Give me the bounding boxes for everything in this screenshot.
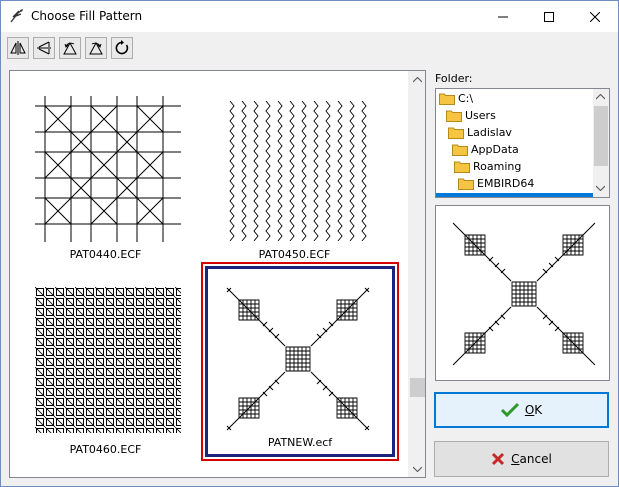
- tree-item-roaming[interactable]: Roaming: [454, 158, 521, 175]
- tree-item-label: Roaming: [473, 160, 522, 173]
- pattern-pat0450-preview: [229, 101, 367, 241]
- pattern-patnew-preview: [226, 287, 370, 431]
- window-title: Choose Fill Pattern: [31, 9, 143, 23]
- rotate-left-button[interactable]: [59, 37, 81, 59]
- ok-button-label: OK: [524, 403, 543, 417]
- close-icon: [590, 11, 600, 22]
- scroll-thumb[interactable]: [410, 378, 425, 397]
- preview-pattern-graphic: [452, 222, 596, 366]
- gallery-scrollbar[interactable]: [408, 71, 425, 477]
- rotate-left-icon: [63, 41, 77, 55]
- pattern-item-pat0460[interactable]: PAT0460.ECF: [18, 267, 193, 456]
- tree-item-label: AppData: [471, 143, 519, 156]
- tree-item-c-drive[interactable]: C:\: [439, 90, 473, 107]
- rotate-right-button[interactable]: [85, 37, 107, 59]
- tree-scrollbar[interactable]: [593, 89, 609, 197]
- chevron-down-icon: [596, 185, 605, 191]
- pattern-label: PATNEW.ecf: [267, 436, 333, 449]
- tree-item-label: Users: [465, 109, 496, 122]
- pattern-label: PAT0450.ECF: [258, 248, 331, 261]
- chevron-down-icon: [413, 466, 422, 472]
- pattern-item-pat0440[interactable]: PAT0440.ECF: [18, 79, 193, 262]
- choose-fill-pattern-dialog: Choose Fill Pattern PAT0440.ECF PAT0450.…: [0, 0, 619, 487]
- maximize-icon: [544, 11, 554, 22]
- minimize-icon: [498, 16, 508, 17]
- cancel-button-label: Cancel: [511, 452, 552, 466]
- pattern-gallery: PAT0440.ECF PAT0450.ECF PAT0460.ECF PATN…: [9, 70, 426, 478]
- pattern-item-patnew[interactable]: PATNEW.ecf: [201, 262, 399, 461]
- cancel-x-icon: [492, 452, 505, 466]
- tree-item-label: C:\: [458, 92, 474, 105]
- mirror-vertical-button[interactable]: [33, 37, 55, 59]
- pattern-pat0460-preview: [35, 287, 181, 433]
- tree-item-ladislav[interactable]: Ladislav: [448, 124, 512, 141]
- folder-open-icon: [439, 93, 455, 105]
- scroll-down-button[interactable]: [409, 460, 426, 477]
- mirror-vertical-icon: [37, 41, 51, 55]
- folder-open-icon: [458, 178, 474, 190]
- pattern-preview: [435, 205, 610, 381]
- rotate-right-icon: [89, 41, 103, 55]
- chevron-up-icon: [596, 94, 605, 100]
- tree-item-label: Ladislav: [467, 126, 512, 139]
- folder-open-icon: [448, 127, 464, 139]
- folder-open-icon: [446, 110, 462, 122]
- tree-scroll-thumb[interactable]: [594, 106, 608, 166]
- tree-item-users[interactable]: Users: [446, 107, 496, 124]
- mirror-horizontal-icon: [10, 41, 26, 55]
- pattern-pat0440-preview: [35, 96, 181, 242]
- ok-button[interactable]: OK: [434, 392, 609, 428]
- chevron-up-icon: [413, 76, 422, 82]
- tree-selection-highlight: [436, 193, 593, 197]
- mirror-horizontal-button[interactable]: [7, 37, 29, 59]
- rotate-button[interactable]: [111, 37, 133, 59]
- toolbar: [1, 32, 618, 64]
- folder-open-icon: [452, 144, 468, 156]
- pattern-item-pat0450[interactable]: PAT0450.ECF: [207, 79, 382, 262]
- rotate-icon: [115, 40, 129, 55]
- folder-open-icon: [454, 161, 470, 173]
- scroll-up-button[interactable]: [409, 71, 426, 88]
- cancel-button[interactable]: Cancel: [434, 441, 609, 477]
- folder-tree[interactable]: C:\ Users Ladislav AppData Roaming EMBIR…: [435, 88, 610, 198]
- title-bar: Choose Fill Pattern: [1, 1, 618, 32]
- pattern-label: PAT0440.ECF: [69, 248, 142, 261]
- maximize-button[interactable]: [526, 1, 572, 32]
- tree-item-embird64[interactable]: EMBIRD64: [458, 175, 534, 192]
- tree-item-label: EMBIRD64: [477, 177, 535, 190]
- folder-label: Folder:: [435, 72, 473, 85]
- tree-item-appdata[interactable]: AppData: [452, 141, 519, 158]
- checkmark-icon: [500, 402, 519, 418]
- pattern-label: PAT0460.ECF: [69, 443, 142, 456]
- minimize-button[interactable]: [480, 1, 526, 32]
- embird-app-icon: [10, 9, 23, 23]
- close-button[interactable]: [572, 1, 618, 32]
